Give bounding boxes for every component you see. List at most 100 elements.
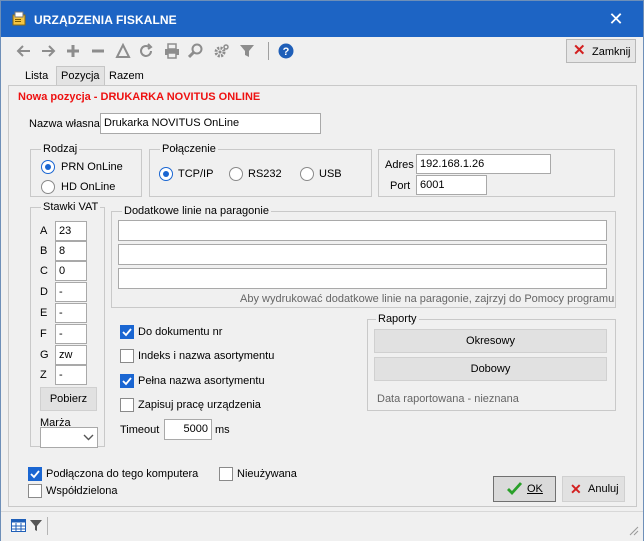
checkbox-label: Indeks i nazwa asortymentu — [138, 350, 275, 362]
triangle-icon[interactable] — [114, 42, 132, 60]
ok-button[interactable]: OK — [493, 476, 556, 502]
resize-grip-icon[interactable] — [629, 526, 639, 536]
tab-razem[interactable]: Razem — [105, 67, 148, 85]
checkbox-shared[interactable] — [28, 484, 42, 498]
tab-pozycja[interactable]: Pozycja — [56, 66, 105, 86]
filter-icon[interactable] — [238, 42, 256, 60]
checkbox-label: Pełna nazwa asortymentu — [138, 375, 265, 387]
plus-icon[interactable] — [64, 42, 82, 60]
vat-rate-input[interactable]: - — [55, 324, 87, 344]
grid-icon[interactable] — [11, 519, 26, 532]
name-input[interactable]: Drukarka NOVITUS OnLine — [100, 113, 321, 134]
gear-icon[interactable] — [212, 42, 230, 60]
checkbox-unused[interactable] — [219, 467, 233, 481]
reports-group: Raporty Okresowy Dobowy Data raportowana… — [367, 313, 616, 411]
polaczenie-group: Połączenie TCP/IP RS232 USB — [149, 143, 372, 197]
printer-icon[interactable] — [163, 42, 181, 60]
vat-letter: D — [40, 286, 48, 298]
svg-text:?: ? — [283, 46, 290, 58]
extra-lines-group: Dodatkowe linie na paragonie Aby wydruko… — [111, 205, 616, 308]
window: URZĄDZENIA FISKALNE ✕ ? ✕ Zamknij Lista … — [0, 0, 644, 541]
checkbox-connected[interactable] — [28, 467, 42, 481]
report-status: Data raportowana - nieznana — [377, 393, 519, 405]
extra-line-input[interactable] — [118, 220, 607, 241]
filter-icon[interactable] — [30, 519, 42, 532]
checkbox-label: Zapisuj pracę urządzenia — [138, 399, 261, 411]
name-label: Nazwa własna — [29, 118, 100, 130]
refresh-icon[interactable] — [137, 42, 155, 60]
chevron-down-icon — [83, 434, 94, 441]
title-bar: URZĄDZENIA FISKALNE ✕ — [1, 1, 643, 37]
reports-title: Raporty — [376, 313, 419, 325]
vat-rate-input[interactable]: 0 — [55, 261, 87, 281]
extra-line-input[interactable] — [118, 244, 607, 265]
form-panel: Nowa pozycja - DRUKARKA NOVITUS ONLINE N… — [8, 85, 637, 507]
vat-rate-input[interactable]: - — [55, 282, 87, 302]
marza-select[interactable] — [40, 427, 98, 448]
rodzaj-group: Rodzaj PRN OnLine HD OnLine — [30, 143, 142, 197]
close-button[interactable]: ✕ Zamknij — [566, 39, 636, 63]
cancel-x-icon: ✕ — [570, 481, 582, 497]
vat-group: Stawki VAT A 23 B 8 C 0 D - E - F - G zw… — [30, 201, 105, 447]
arrow-left-icon[interactable] — [15, 42, 33, 60]
timeout-label: Timeout — [120, 424, 160, 436]
ok-button-label: OK — [527, 483, 543, 495]
checkbox-document-number[interactable] — [120, 325, 134, 339]
tcpip-label: TCP/IP — [178, 168, 214, 180]
usb-radio[interactable] — [300, 167, 314, 181]
timeout-input[interactable]: 5000 — [164, 419, 212, 440]
address-group: Adres 192.168.1.26 Port 6001 — [378, 149, 615, 197]
port-input[interactable]: 6001 — [416, 175, 487, 195]
unused-label: Nieużywana — [237, 468, 297, 480]
checkbox-index-name[interactable] — [120, 349, 134, 363]
toolbar-separator — [268, 42, 269, 60]
close-x-icon: ✕ — [573, 42, 586, 59]
toolbar: ? — [1, 37, 643, 65]
periodic-report-button[interactable]: Okresowy — [374, 329, 607, 353]
adres-label: Adres — [385, 159, 414, 171]
usb-label: USB — [319, 168, 342, 180]
port-label: Port — [390, 180, 411, 192]
vat-rate-input[interactable]: zw — [55, 345, 87, 365]
rodzaj-hd-radio[interactable] — [41, 180, 55, 194]
daily-report-button[interactable]: Dobowy — [374, 357, 607, 381]
minus-icon[interactable] — [89, 42, 107, 60]
rodzaj-hd-label: HD OnLine — [61, 181, 116, 193]
tcpip-radio[interactable] — [159, 167, 173, 181]
polaczenie-title: Połączenie — [160, 143, 218, 155]
extra-line-input[interactable] — [118, 268, 607, 289]
cancel-button-label: Anuluj — [588, 483, 619, 495]
checkbox-full-name[interactable] — [120, 374, 134, 388]
vat-title: Stawki VAT — [41, 201, 101, 213]
adres-input[interactable]: 192.168.1.26 — [416, 154, 551, 174]
search-icon[interactable] — [187, 42, 205, 60]
app-icon — [12, 11, 27, 26]
tab-lista[interactable]: Lista — [21, 67, 52, 85]
rs232-radio[interactable] — [229, 167, 243, 181]
help-icon[interactable]: ? — [277, 42, 295, 60]
vat-letter: E — [40, 307, 48, 319]
vat-rate-input[interactable]: 8 — [55, 241, 87, 261]
checkbox-log-device[interactable] — [120, 398, 134, 412]
rs232-label: RS232 — [248, 168, 282, 180]
status-divider — [47, 517, 48, 535]
vat-letter: G — [40, 349, 49, 361]
window-title: URZĄDZENIA FISKALNE — [34, 13, 177, 27]
vat-rate-input[interactable]: 23 — [55, 221, 87, 241]
vat-letter: B — [40, 245, 48, 257]
fetch-vat-button[interactable]: Pobierz — [40, 387, 97, 411]
extra-lines-hint: Aby wydrukować dodatkowe linie na parago… — [240, 293, 615, 305]
rodzaj-prn-label: PRN OnLine — [61, 161, 123, 173]
vat-letter: A — [40, 225, 48, 237]
close-window-icon[interactable]: ✕ — [605, 9, 627, 29]
cancel-button[interactable]: ✕ Anuluj — [562, 476, 625, 502]
rodzaj-title: Rodzaj — [41, 143, 80, 155]
vat-letter: F — [40, 328, 47, 340]
rodzaj-prn-radio[interactable] — [41, 160, 55, 174]
checkbox-label: Do dokumentu nr — [138, 326, 223, 338]
vat-rate-input[interactable]: - — [55, 365, 87, 385]
timeout-unit: ms — [215, 424, 230, 436]
vat-rate-input[interactable]: - — [55, 303, 87, 323]
arrow-right-icon[interactable] — [39, 42, 57, 60]
extra-lines-title: Dodatkowe linie na paragonie — [122, 205, 271, 217]
